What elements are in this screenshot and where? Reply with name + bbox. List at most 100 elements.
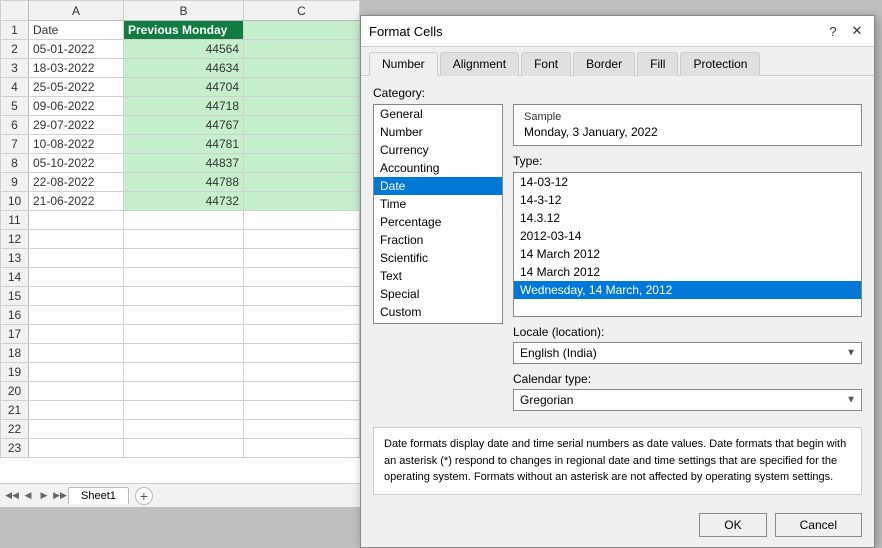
add-sheet-button[interactable]: + [135, 487, 153, 505]
cancel-button[interactable]: Cancel [775, 513, 862, 537]
cell-empty-b[interactable] [124, 268, 244, 287]
cell-b1[interactable]: Previous Monday [124, 21, 244, 40]
cell-date[interactable]: 05-10-2022 [29, 154, 124, 173]
cell-empty-c[interactable] [244, 249, 360, 268]
dialog-close-button[interactable]: ✕ [848, 22, 866, 40]
category-item[interactable]: Currency [374, 141, 502, 159]
type-item[interactable]: 14-03-12 [514, 173, 861, 191]
type-item[interactable]: 14.3.12 [514, 209, 861, 227]
cell-value[interactable]: 44837 [124, 154, 244, 173]
nav-first[interactable]: ◀◀ [4, 488, 20, 504]
cell-empty-b[interactable] [124, 344, 244, 363]
cell-value[interactable]: 44732 [124, 192, 244, 211]
category-list[interactable]: GeneralNumberCurrencyAccountingDateTimeP… [373, 104, 503, 324]
cell-empty-a[interactable] [29, 363, 124, 382]
col-header-c[interactable]: C [244, 1, 360, 21]
category-item[interactable]: Special [374, 285, 502, 303]
cell-empty-b[interactable] [124, 211, 244, 230]
cell-c[interactable] [244, 78, 360, 97]
cell-empty-c[interactable] [244, 439, 360, 458]
cell-date[interactable]: 25-05-2022 [29, 78, 124, 97]
nav-next[interactable]: ▶ [36, 488, 52, 504]
cell-empty-c[interactable] [244, 344, 360, 363]
dialog-help-button[interactable]: ? [824, 22, 842, 40]
cell-value[interactable]: 44767 [124, 116, 244, 135]
calendar-dropdown[interactable]: Gregorian [513, 389, 862, 411]
cell-empty-b[interactable] [124, 420, 244, 439]
cell-c1[interactable] [244, 21, 360, 40]
cell-empty-a[interactable] [29, 401, 124, 420]
category-item[interactable]: Time [374, 195, 502, 213]
category-item[interactable]: Date [374, 177, 502, 195]
cell-value[interactable]: 44781 [124, 135, 244, 154]
cell-empty-c[interactable] [244, 420, 360, 439]
locale-dropdown[interactable]: English (India) [513, 342, 862, 364]
cell-empty-c[interactable] [244, 306, 360, 325]
cell-empty-a[interactable] [29, 230, 124, 249]
cell-empty-c[interactable] [244, 268, 360, 287]
cell-empty-c[interactable] [244, 401, 360, 420]
cell-empty-a[interactable] [29, 249, 124, 268]
cell-date[interactable]: 18-03-2022 [29, 59, 124, 78]
type-item[interactable]: 14 March 2012 [514, 245, 861, 263]
col-header-a[interactable]: A [29, 1, 124, 21]
type-item[interactable]: Wednesday, 14 March, 2012 [514, 281, 861, 299]
type-item[interactable]: 14 March 2012 [514, 263, 861, 281]
cell-empty-b[interactable] [124, 363, 244, 382]
category-item[interactable]: Percentage [374, 213, 502, 231]
cell-c[interactable] [244, 173, 360, 192]
cell-empty-a[interactable] [29, 211, 124, 230]
cell-date[interactable]: 10-08-2022 [29, 135, 124, 154]
cell-date[interactable]: 05-01-2022 [29, 40, 124, 59]
cell-empty-b[interactable] [124, 249, 244, 268]
cell-empty-a[interactable] [29, 325, 124, 344]
cell-empty-a[interactable] [29, 420, 124, 439]
cell-empty-c[interactable] [244, 287, 360, 306]
cell-empty-a[interactable] [29, 439, 124, 458]
cell-empty-b[interactable] [124, 382, 244, 401]
cell-date[interactable]: 29-07-2022 [29, 116, 124, 135]
type-item[interactable]: 14-3-12 [514, 191, 861, 209]
cell-empty-b[interactable] [124, 325, 244, 344]
nav-prev[interactable]: ◀ [20, 488, 36, 504]
cell-empty-b[interactable] [124, 439, 244, 458]
cell-empty-b[interactable] [124, 287, 244, 306]
tab-font[interactable]: Font [521, 52, 571, 76]
cell-empty-a[interactable] [29, 382, 124, 401]
cell-c[interactable] [244, 192, 360, 211]
cell-empty-a[interactable] [29, 268, 124, 287]
cell-date[interactable]: 09-06-2022 [29, 97, 124, 116]
cell-c[interactable] [244, 154, 360, 173]
category-item[interactable]: Number [374, 123, 502, 141]
cell-a1[interactable]: Date [29, 21, 124, 40]
cell-empty-c[interactable] [244, 211, 360, 230]
cell-empty-c[interactable] [244, 382, 360, 401]
cell-empty-b[interactable] [124, 401, 244, 420]
cell-value[interactable]: 44718 [124, 97, 244, 116]
cell-empty-a[interactable] [29, 344, 124, 363]
category-item[interactable]: Text [374, 267, 502, 285]
cell-c[interactable] [244, 135, 360, 154]
cell-empty-c[interactable] [244, 325, 360, 344]
category-item[interactable]: Scientific [374, 249, 502, 267]
cell-value[interactable]: 44704 [124, 78, 244, 97]
cell-date[interactable]: 22-08-2022 [29, 173, 124, 192]
category-item[interactable]: Fraction [374, 231, 502, 249]
tab-alignment[interactable]: Alignment [440, 52, 519, 76]
category-item[interactable]: Accounting [374, 159, 502, 177]
tab-border[interactable]: Border [573, 52, 635, 76]
cell-empty-b[interactable] [124, 306, 244, 325]
cell-empty-c[interactable] [244, 363, 360, 382]
type-item[interactable]: 2012-03-14 [514, 227, 861, 245]
category-item[interactable]: Custom [374, 303, 502, 321]
sheet-tab[interactable]: Sheet1 [68, 487, 129, 504]
cell-c[interactable] [244, 116, 360, 135]
ok-button[interactable]: OK [699, 513, 766, 537]
tab-number[interactable]: Number [369, 52, 438, 76]
cell-value[interactable]: 44788 [124, 173, 244, 192]
tab-protection[interactable]: Protection [680, 52, 760, 76]
category-item[interactable]: General [374, 105, 502, 123]
cell-c[interactable] [244, 40, 360, 59]
cell-date[interactable]: 21-06-2022 [29, 192, 124, 211]
tab-fill[interactable]: Fill [637, 52, 678, 76]
